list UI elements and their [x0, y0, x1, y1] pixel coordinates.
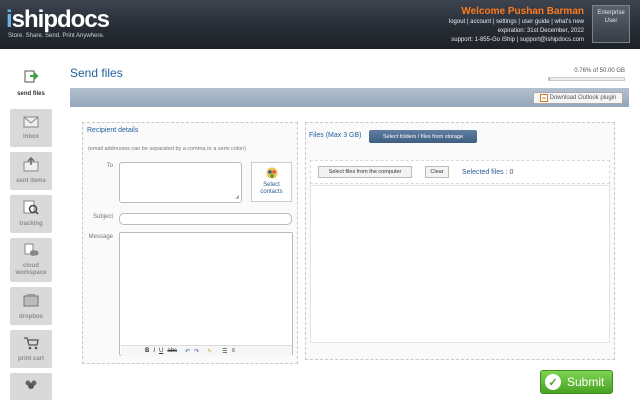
recipient-note: (email addresses can be separated by a c…	[88, 146, 247, 152]
sent-items-icon	[23, 157, 39, 172]
select-contacts-line1: Select	[263, 182, 280, 188]
message-editor[interactable]	[119, 232, 293, 356]
contacts-icon	[25, 380, 37, 389]
outlook-label: Download Outlook plugin	[549, 95, 617, 101]
underline-icon[interactable]: U	[159, 348, 163, 354]
file-drop-area[interactable]	[310, 185, 610, 343]
undo-icon[interactable]: ↶	[185, 348, 190, 355]
sidebar-item-label: tracking	[19, 221, 43, 227]
sidebar-item-label: print cart	[17, 356, 44, 362]
storage-usage-text: 0.76% of 50.00 GB	[574, 68, 625, 74]
subject-label: Subject	[92, 214, 113, 220]
bold-icon[interactable]: B	[145, 348, 149, 354]
select-contacts-button[interactable]: Select contacts	[251, 162, 292, 202]
contacts-book-icon	[266, 167, 277, 179]
outlook-icon	[539, 94, 548, 102]
submit-label: Submit	[567, 375, 605, 389]
sidebar-item-label: dropbox	[19, 314, 43, 320]
recipient-title: Recipient details	[87, 127, 139, 134]
editor-toolbar: B I U abc ↶ ↷ ✎ ☰ ≡	[121, 345, 292, 356]
plan-badge: Enterprise User	[592, 5, 630, 43]
italic-icon[interactable]: I	[153, 348, 155, 354]
tracking-icon	[23, 200, 39, 215]
strikethrough-icon[interactable]: abc	[167, 348, 177, 354]
dropbox-icon	[23, 294, 39, 307]
welcome-text: Welcome Pushan Barman	[461, 6, 584, 17]
plan-line1: Enterprise	[597, 10, 625, 16]
clean-format-icon[interactable]: ✎	[207, 348, 212, 355]
submit-button[interactable]: ✓ Submit	[540, 370, 613, 394]
storage-usage-bar	[548, 77, 625, 81]
files-title: Files (Max 3 GB)	[309, 132, 362, 139]
sidebar-item-label: send files	[17, 91, 45, 97]
app-header: ishipdocs Store. Share. Send. Print Anyw…	[0, 0, 640, 49]
tagline: Store. Share. Send. Print Anywhere.	[8, 33, 105, 39]
sidebar-item-inbox[interactable]: inbox	[10, 109, 52, 147]
selected-files-status: Selected files : 0	[462, 169, 513, 176]
to-field[interactable]: ◢	[119, 162, 242, 203]
redo-icon[interactable]: ↷	[194, 348, 199, 355]
selected-files-label: Selected files :	[462, 169, 508, 176]
sidebar-item-label: sent items	[16, 178, 46, 184]
subject-input[interactable]	[119, 213, 292, 225]
sidebar-item-label: cloud workspace	[15, 263, 47, 276]
ishipdocs-logo[interactable]: ishipdocs	[6, 6, 110, 34]
sidebar-item-contacts[interactable]	[10, 373, 52, 400]
sidebar-item-dropbox[interactable]: dropbox	[10, 287, 52, 325]
download-outlook-plugin-button[interactable]: Download Outlook plugin	[533, 92, 623, 104]
selected-files-count: 0	[509, 169, 514, 176]
bullet-list-icon[interactable]: ☰	[222, 348, 227, 355]
logo-text: shipdocs	[11, 6, 110, 33]
page-title: Send files	[70, 66, 123, 80]
to-label: To	[106, 163, 113, 169]
resize-handle-icon[interactable]: ◢	[235, 194, 239, 200]
header-links[interactable]: logout | account | settings | user guide…	[449, 19, 584, 25]
storage-usage-fill	[549, 78, 550, 80]
checkmark-icon: ✓	[545, 374, 561, 390]
expiration-text: expiration: 31st December, 2022	[497, 28, 584, 34]
select-from-storage-button[interactable]: Select folders / files from storage	[369, 130, 477, 143]
plan-line2: User	[604, 18, 618, 24]
clear-button[interactable]: Clear	[425, 166, 449, 178]
sidebar-item-send-files[interactable]: send files	[10, 64, 52, 102]
sidebar-item-cloud-workspace[interactable]: cloud workspace	[10, 238, 52, 282]
numbered-list-icon[interactable]: ≡	[232, 348, 236, 354]
select-contacts-line2: contacts	[260, 189, 283, 195]
sidebar-item-sent-items[interactable]: sent items	[10, 152, 52, 190]
sidebar-item-label: inbox	[23, 134, 39, 140]
sidebar-item-print-cart[interactable]: print cart	[10, 330, 52, 368]
select-files-computer-button[interactable]: Select files from the computer	[318, 166, 412, 178]
cloud-workspace-icon	[24, 243, 39, 256]
sidebar-item-tracking[interactable]: tracking	[10, 195, 52, 233]
inbox-icon	[23, 116, 39, 128]
send-files-icon	[24, 70, 39, 83]
print-cart-icon	[24, 337, 39, 350]
message-label: Message	[88, 234, 113, 240]
support-text: support: 1-855-Go iShip | support@ishipd…	[451, 37, 584, 43]
